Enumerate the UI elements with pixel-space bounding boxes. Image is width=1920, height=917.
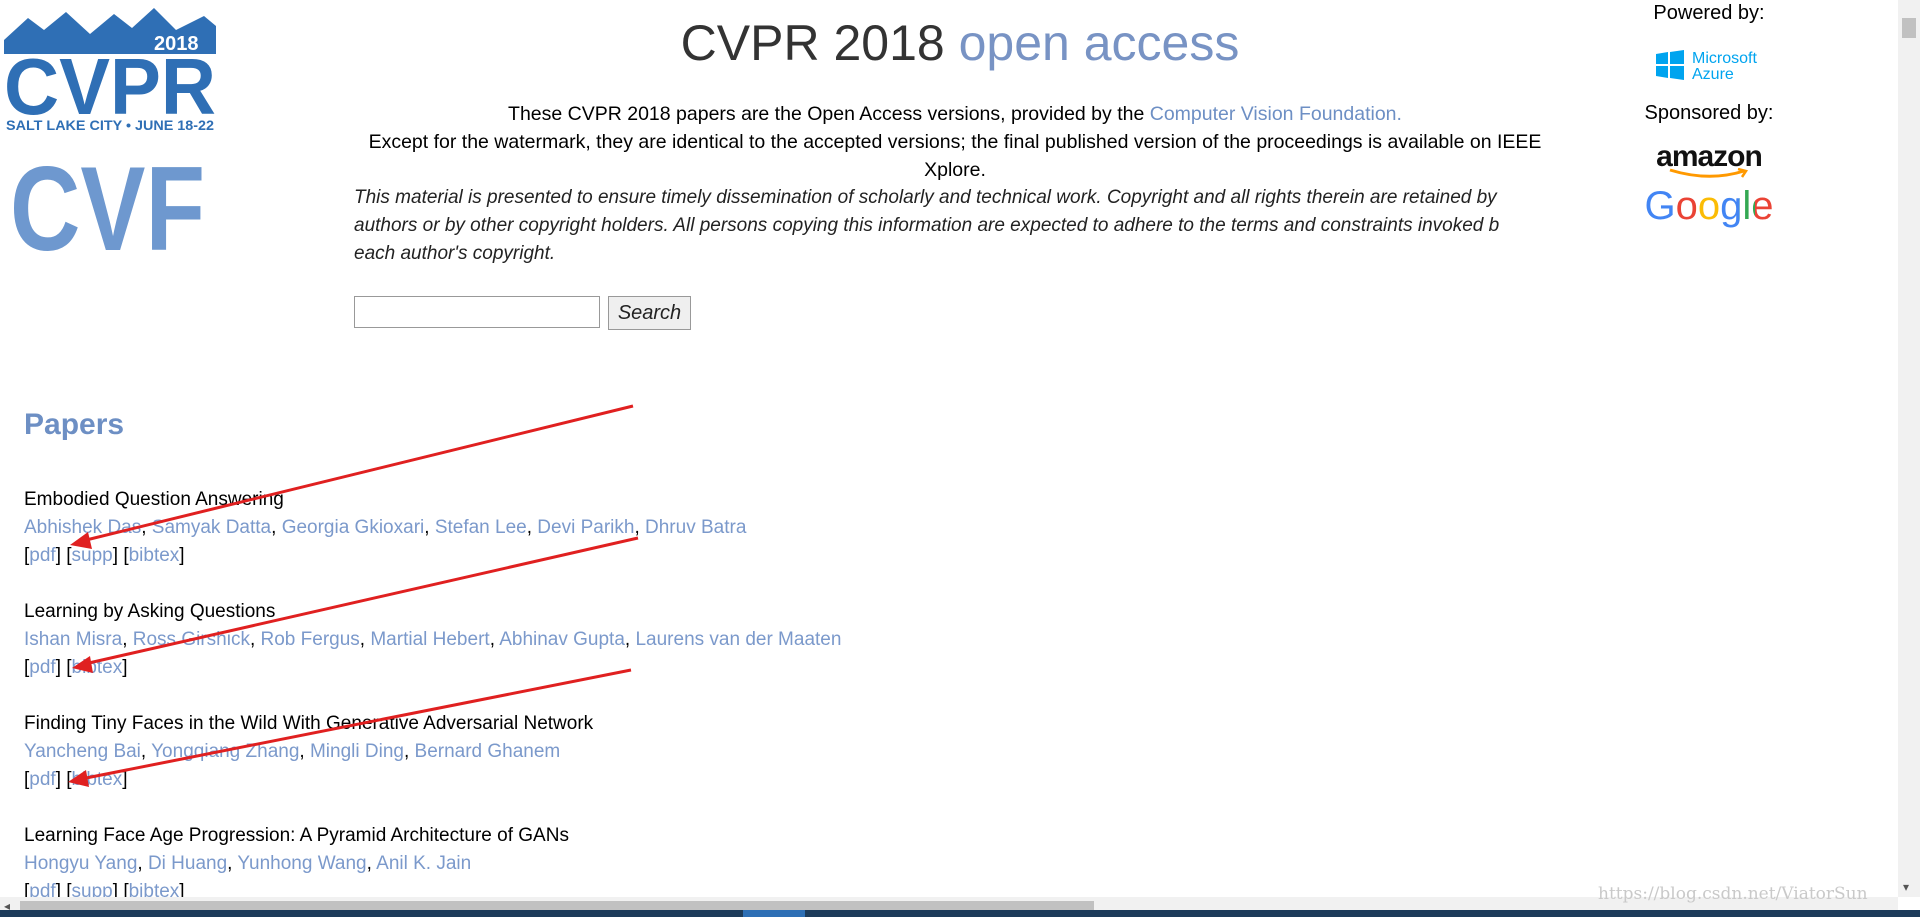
- paper-entry: Finding Tiny Faces in the Wild With Gene…: [24, 710, 593, 794]
- taskbar-active-item[interactable]: [743, 910, 805, 917]
- paper-authors: Yancheng Bai, Yongqiang Zhang, Mingli Di…: [24, 741, 561, 762]
- author-link[interactable]: Anil K. Jain: [376, 853, 471, 874]
- intro-line-2: Except for the watermark, they are ident…: [368, 131, 1542, 153]
- paper-authors: Abhishek Das, Samyak Datta, Georgia Gkio…: [24, 517, 747, 538]
- author-link[interactable]: Mingli Ding: [310, 741, 404, 762]
- author-link[interactable]: Hongyu Yang: [24, 853, 137, 874]
- intro-line-1: These CVPR 2018 papers are the Open Acce…: [354, 100, 1556, 128]
- paper-pdf-link[interactable]: pdf: [29, 545, 55, 566]
- search-button[interactable]: Search: [608, 296, 691, 330]
- author-link[interactable]: Di Huang: [148, 853, 227, 874]
- author-link[interactable]: Ross Girshick: [133, 629, 250, 650]
- paper-entry: Embodied Question Answering Abhishek Das,…: [24, 486, 746, 570]
- author-link[interactable]: Abhishek Das: [24, 517, 141, 538]
- author-link[interactable]: Yunhong Wang: [237, 853, 366, 874]
- author-link[interactable]: Laurens van der Maaten: [635, 629, 841, 650]
- paper-links: [pdf] [bibtex]: [24, 769, 128, 790]
- author-link[interactable]: Stefan Lee: [435, 517, 527, 538]
- author-link[interactable]: Dhruv Batra: [645, 517, 746, 538]
- amazon-logo[interactable]: amazon: [1614, 140, 1804, 180]
- papers-heading: Papers: [24, 408, 125, 441]
- author-link[interactable]: Martial Hebert: [370, 629, 489, 650]
- paper-pdf-link[interactable]: pdf: [29, 769, 55, 790]
- paper-title[interactable]: Learning Face Age Progression: A Pyramid…: [24, 822, 569, 850]
- copyright-line-1: This material is presented to ensure tim…: [354, 187, 1497, 208]
- author-link[interactable]: Ishan Misra: [24, 629, 122, 650]
- author-link[interactable]: Abhinav Gupta: [499, 629, 625, 650]
- vertical-scrollbar[interactable]: ▾: [1898, 0, 1920, 897]
- google-logo[interactable]: Google: [1614, 184, 1804, 229]
- title-main: CVPR 2018: [680, 15, 945, 71]
- paper-pdf-link[interactable]: pdf: [29, 657, 55, 678]
- paper-title[interactable]: Embodied Question Answering: [24, 486, 746, 514]
- intro-line-1-text: These CVPR 2018 papers are the Open Acce…: [508, 103, 1145, 125]
- author-link[interactable]: Yancheng Bai: [24, 741, 141, 762]
- paper-authors: Hongyu Yang, Di Huang, Yunhong Wang, Ani…: [24, 853, 472, 874]
- paper-links: [pdf] [supp] [bibtex]: [24, 545, 185, 566]
- paper-title[interactable]: Finding Tiny Faces in the Wild With Gene…: [24, 710, 593, 738]
- intro-block: These CVPR 2018 papers are the Open Acce…: [354, 100, 1556, 268]
- logo-cvf-text: CVF: [10, 142, 205, 270]
- intro-line-3: Xplore.: [924, 159, 986, 181]
- title-accent: open access: [958, 15, 1240, 71]
- taskbar-strip: [0, 910, 1920, 917]
- amazon-text: amazon: [1656, 140, 1763, 173]
- sponsored-by-label: Sponsored by:: [1644, 102, 1774, 124]
- author-link[interactable]: Samyak Datta: [152, 517, 271, 538]
- azure-text: Azure: [1692, 66, 1734, 83]
- vertical-scroll-thumb[interactable]: [1902, 18, 1916, 38]
- windows-icon: [1656, 50, 1684, 80]
- author-link[interactable]: Devi Parikh: [537, 517, 634, 538]
- paper-bibtex-link[interactable]: bibtex: [129, 545, 180, 566]
- paper-entry: Learning Face Age Progression: A Pyramid…: [24, 822, 569, 906]
- powered-by-label: Powered by:: [1653, 2, 1765, 24]
- author-link[interactable]: Rob Fergus: [261, 629, 360, 650]
- search-input[interactable]: [354, 296, 600, 328]
- copyright-line-3: each author's copyright.: [354, 243, 556, 264]
- watermark-text: https://blog.csdn.net/ViatorSun: [1598, 884, 1868, 904]
- logo-location: SALT LAKE CITY • JUNE 18-22: [6, 118, 214, 132]
- paper-bibtex-link[interactable]: bibtex: [72, 657, 123, 678]
- copyright-line-2: authors or by other copyright holders. A…: [354, 215, 1500, 236]
- cvf-link[interactable]: Computer Vision Foundation.: [1150, 103, 1402, 125]
- google-text: Google: [1644, 184, 1774, 228]
- paper-title[interactable]: Learning by Asking Questions: [24, 598, 841, 626]
- paper-entry: Learning by Asking Questions Ishan Misra,…: [24, 598, 841, 682]
- author-link[interactable]: Bernard Ghanem: [415, 741, 561, 762]
- author-link[interactable]: Yongqiang Zhang: [151, 741, 299, 762]
- paper-bibtex-link[interactable]: bibtex: [72, 769, 123, 790]
- paper-authors: Ishan Misra, Ross Girshick, Rob Fergus, …: [24, 629, 842, 650]
- scroll-down-icon[interactable]: ▾: [1903, 880, 1909, 894]
- paper-supp-link[interactable]: supp: [72, 545, 113, 566]
- microsoft-azure-logo[interactable]: Microsoft Azure: [1654, 48, 1774, 84]
- author-link[interactable]: Georgia Gkioxari: [282, 517, 425, 538]
- cvf-logo: CVF: [10, 142, 205, 270]
- microsoft-text: Microsoft: [1692, 50, 1757, 67]
- paper-links: [pdf] [bibtex]: [24, 657, 128, 678]
